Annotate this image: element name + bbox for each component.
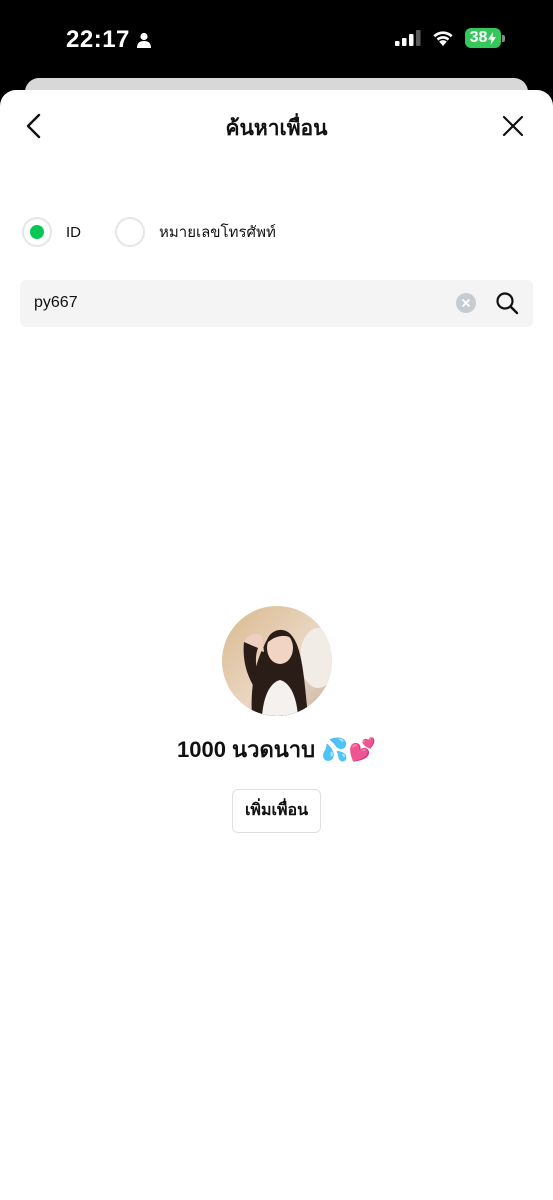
status-indicators: 38 [395,28,505,48]
close-button[interactable] [497,110,529,142]
radio-label-id: ID [66,223,81,241]
radio-button-id[interactable] [22,217,52,247]
clock-text: 22:17 [66,26,130,53]
page-title: ค้นหาเพื่อน [225,117,328,140]
search-type-selector: ID หมายเลขโทรศัพท์ [22,217,276,247]
search-button[interactable] [492,288,522,318]
profile-name: 1000 นวดนาบ 💦💕 [177,737,376,762]
charging-bolt-icon [488,31,497,45]
search-input[interactable]: py667 [20,280,533,327]
avatar-image [221,606,332,716]
radio-option-phone[interactable]: หมายเลขโทรศัพท์ [115,217,276,247]
clear-search-button[interactable] [456,293,476,313]
search-input-value[interactable]: py667 [34,294,78,312]
header: ค้นหาเพื่อน [0,90,553,162]
radio-option-id[interactable]: ID [22,217,81,247]
status-bar: 22:17 38 [0,0,553,80]
battery-level: 38 [469,29,488,46]
battery-indicator: 38 [465,28,505,48]
wifi-icon [433,31,453,46]
search-friend-sheet: ค้นหาเพื่อน ID หมายเลขโทรศัพท์ py667 100… [0,90,553,1200]
signal-icon [395,30,421,46]
add-friend-button[interactable]: เพิ่มเพื่อน [231,789,322,833]
search-icon [496,292,519,315]
status-time: 22:17 [66,26,152,54]
close-icon [502,115,524,137]
person-icon [136,32,151,48]
radio-button-phone[interactable] [115,217,145,247]
radio-label-phone: หมายเลขโทรศัพท์ [159,224,276,241]
clear-icon [462,299,470,307]
search-result: 1000 นวดนาบ 💦💕 เพิ่มเพื่อน [0,606,553,833]
profile-avatar [221,606,332,716]
radio-selected-dot [30,225,44,239]
